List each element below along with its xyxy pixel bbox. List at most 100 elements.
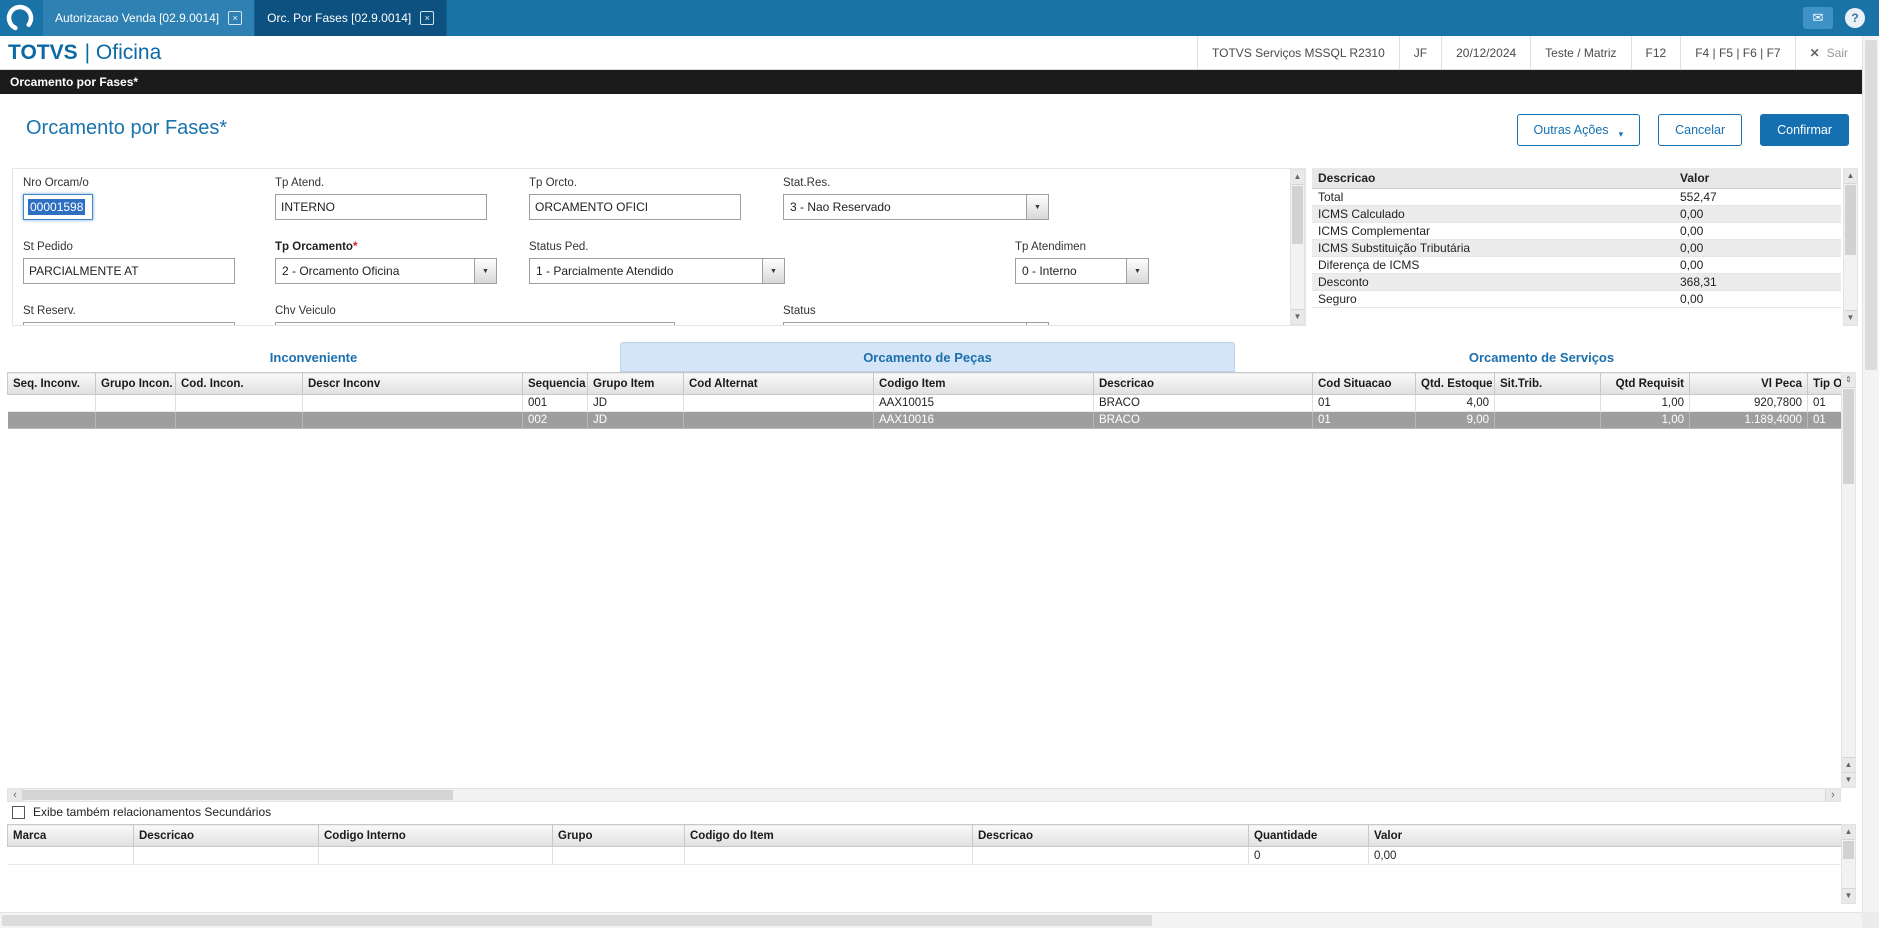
- scroll-up-icon[interactable]: ▲: [1844, 169, 1857, 184]
- col-descricao-2: Descricao: [972, 824, 1249, 847]
- col-valor: Valor: [1368, 824, 1842, 847]
- field-label: Nro Orcam/o: [23, 177, 89, 189]
- items-grid-scrollbar[interactable]: ⇕ ▲ ▼: [1841, 372, 1856, 788]
- field-status: Status ▼: [783, 305, 1049, 325]
- field-label: Tp Orcamento*: [275, 241, 497, 253]
- seguro-value: 0,00: [1674, 290, 1841, 308]
- scroll-up-icon[interactable]: ▲: [1842, 825, 1855, 840]
- window-tab-orc-por-fases[interactable]: Orc. Por Fases [02.9.0014] ×: [255, 0, 448, 36]
- scroll-left-icon[interactable]: ‹: [8, 789, 23, 801]
- totals-scrollbar[interactable]: ▲ ▼: [1843, 168, 1858, 326]
- scrollbar-track[interactable]: [1291, 245, 1304, 309]
- tp-atendimen-select[interactable]: 0 - Interno ▼: [1015, 258, 1149, 284]
- secondary-grid-row[interactable]: 0 0,00: [7, 846, 1842, 865]
- scrollbar-track[interactable]: [1842, 485, 1855, 757]
- status-select[interactable]: ▼: [783, 322, 1049, 325]
- cancelar-button[interactable]: Cancelar: [1658, 114, 1743, 146]
- chv-veiculo-input[interactable]: [275, 322, 675, 325]
- scroll-right-icon[interactable]: ›: [1825, 789, 1840, 801]
- icms-calculado-label: ICMS Calculado: [1312, 205, 1674, 223]
- st-reserv-input[interactable]: [23, 322, 235, 325]
- form-scrollbar[interactable]: ▲ ▼: [1290, 169, 1305, 325]
- secondary-grid-header-row: Marca Descricao Codigo Interno Grupo Cod…: [7, 824, 1842, 847]
- chevron-down-icon[interactable]: ▼: [1026, 195, 1048, 219]
- items-grid-hscrollbar[interactable]: ‹ ›: [7, 788, 1841, 802]
- close-icon[interactable]: ×: [420, 11, 435, 25]
- mail-icon[interactable]: ✉: [1803, 7, 1833, 29]
- field-tp-atendimen: Tp Atendimen 0 - Interno ▼: [1015, 241, 1149, 284]
- scroll-down-icon[interactable]: ▼: [1844, 310, 1857, 325]
- desconto-value: 368,31: [1674, 273, 1841, 291]
- confirmar-button[interactable]: Confirmar: [1760, 114, 1849, 146]
- grid-row-1[interactable]: 001 JD AAX10015 BRACO 01 4,00 1,00 920,7…: [7, 394, 1842, 412]
- scrollbar-thumb[interactable]: [1843, 841, 1854, 859]
- tp-orcamento-select[interactable]: 2 - Orcamento Oficina ▼: [275, 258, 497, 284]
- tab-orcamento-de-servicos[interactable]: Orcamento de Serviços: [1235, 342, 1848, 372]
- diferenca-icms-value: 0,00: [1674, 256, 1841, 274]
- chevron-down-icon[interactable]: ▼: [1026, 323, 1048, 325]
- updown-icon[interactable]: ⇕: [1842, 373, 1855, 388]
- stat-res-select[interactable]: 3 - Nao Reservado ▼: [783, 194, 1049, 220]
- app-header: TOTVS | Oficina TOTVS Serviços MSSQL R231…: [0, 36, 1862, 70]
- selected-text: 00001598: [28, 199, 86, 215]
- items-grid: Seq. Inconv. Grupo Incon. Cod. Incon. De…: [7, 372, 1842, 429]
- tab-orcamento-de-pecas[interactable]: Orcamento de Peças: [620, 342, 1235, 372]
- tp-atend-input[interactable]: [275, 194, 487, 220]
- tp-orcto-input[interactable]: [529, 194, 741, 220]
- scroll-up-icon[interactable]: ▲: [1291, 170, 1304, 185]
- scroll-down-icon[interactable]: ▼: [1842, 772, 1855, 787]
- header-company[interactable]: Teste / Matriz: [1530, 36, 1630, 69]
- header-user: JF: [1398, 36, 1441, 69]
- grid-row-2-selected[interactable]: 002 JD AAX10016 BRACO 01 9,00 1,00 1.189…: [7, 411, 1842, 429]
- scrollbar-thumb[interactable]: [23, 790, 453, 800]
- scrollbar-thumb[interactable]: [1865, 40, 1877, 370]
- exibe-secundarios-checkbox[interactable]: [12, 805, 25, 819]
- nro-orcam-input[interactable]: 00001598: [23, 194, 93, 220]
- window-tab-label: Orc. Por Fases [02.9.0014]: [267, 11, 412, 25]
- col-grupo: Grupo: [552, 824, 685, 847]
- scroll-down-icon[interactable]: ▼: [1291, 309, 1304, 324]
- page-vertical-scrollbar[interactable]: [1862, 36, 1879, 912]
- close-icon[interactable]: ×: [228, 11, 243, 25]
- items-grid-header-row: Seq. Inconv. Grupo Incon. Cod. Incon. De…: [7, 372, 1842, 395]
- scroll-down-icon[interactable]: ▼: [1842, 888, 1855, 903]
- totals-row: ICMS Complementar 0,00: [1312, 222, 1841, 240]
- chevron-down-icon[interactable]: ▼: [762, 259, 784, 283]
- scrollbar-thumb[interactable]: [1845, 185, 1856, 255]
- st-pedido-input[interactable]: [23, 258, 235, 284]
- secondary-grid-scrollbar[interactable]: ▲ ▼: [1841, 824, 1856, 904]
- chevron-down-icon[interactable]: ▼: [1126, 259, 1148, 283]
- col-codigo-item: Codigo Item: [873, 372, 1094, 395]
- scrollbar-track[interactable]: [453, 789, 1825, 801]
- brand-module: | Oficina: [84, 40, 162, 64]
- page-horizontal-scrollbar[interactable]: [0, 912, 1862, 928]
- brand: TOTVS | Oficina: [8, 41, 161, 65]
- scrollbar-corner: [1862, 912, 1879, 928]
- tab-inconveniente[interactable]: Inconveniente: [7, 342, 620, 372]
- col-descricao: Descricao: [133, 824, 319, 847]
- scrollbar-track[interactable]: [1842, 860, 1855, 888]
- window-tab-autorizacao-venda[interactable]: Autorizacao Venda [02.9.0014] ×: [43, 0, 256, 36]
- main-tabs: Inconveniente Orcamento de Peças Orcamen…: [7, 342, 1848, 372]
- totvs-logo-icon[interactable]: [5, 3, 35, 33]
- status-ped-select[interactable]: 1 - Parcialmente Atendido ▼: [529, 258, 785, 284]
- field-label: Chv Veiculo: [275, 305, 336, 317]
- col-marca: Marca: [7, 824, 134, 847]
- help-icon[interactable]: ?: [1845, 8, 1865, 28]
- header-f12-button[interactable]: F12: [1630, 36, 1681, 69]
- header-fkeys-button[interactable]: F4 | F5 | F6 | F7: [1680, 36, 1794, 69]
- chevron-down-icon[interactable]: ▼: [474, 259, 496, 283]
- sair-button[interactable]: ✕ Sair: [1794, 36, 1862, 69]
- scrollbar-thumb[interactable]: [1843, 389, 1854, 484]
- field-label-text: Tp Orcamento: [275, 241, 353, 253]
- scrollbar-thumb[interactable]: [1292, 186, 1303, 244]
- page-title: Orcamento por Fases*: [26, 117, 228, 139]
- col-qtd-estoque: Qtd. Estoque: [1415, 372, 1495, 395]
- scrollbar-thumb[interactable]: [2, 915, 1152, 926]
- field-label: St Reserv.: [23, 305, 76, 317]
- scroll-up-icon[interactable]: ▲: [1842, 757, 1855, 772]
- window-tab-label: Autorizacao Venda [02.9.0014]: [55, 11, 220, 25]
- total-value: 552,47: [1674, 188, 1841, 206]
- outras-acoes-button[interactable]: Outras Ações ▾: [1516, 114, 1641, 146]
- scrollbar-track[interactable]: [1844, 256, 1857, 310]
